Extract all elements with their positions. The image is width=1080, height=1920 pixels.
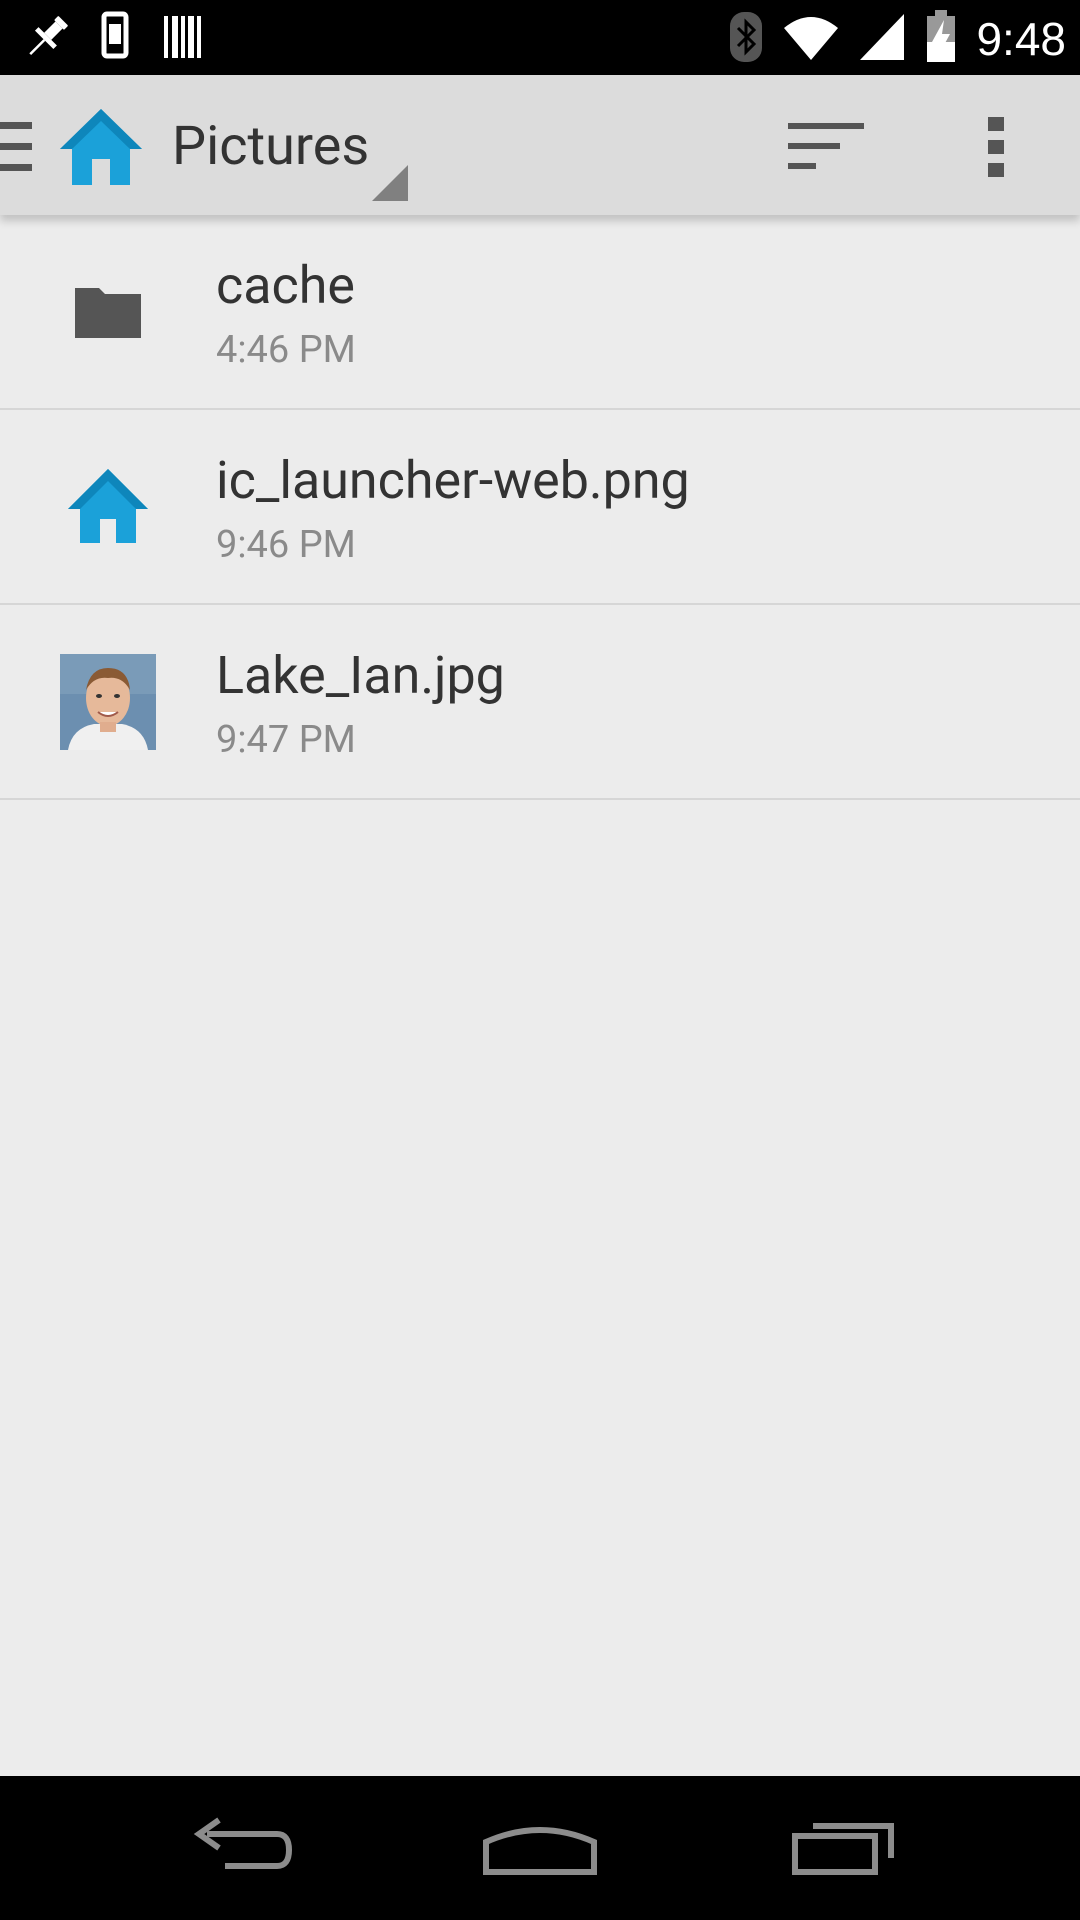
back-icon[interactable] (170, 1796, 310, 1896)
recents-icon[interactable] (774, 1796, 914, 1896)
file-name: Lake_Ian.jpg (216, 645, 505, 706)
navigation-bar (0, 1776, 1080, 1920)
file-name: ic_launcher-web.png (216, 450, 690, 511)
drawer-icon[interactable] (0, 120, 32, 174)
file-row-ic-launcher-web[interactable]: ic_launcher-web.png 9:46 PM (0, 410, 1080, 605)
overflow-menu-icon[interactable] (976, 115, 1016, 179)
page-title: Pictures (172, 115, 370, 178)
sort-icon[interactable] (780, 115, 870, 175)
bluetooth-icon (728, 8, 764, 70)
folder-icon (60, 264, 156, 360)
battery-charging-icon (924, 8, 958, 70)
file-list: cache 4:46 PM ic_launcher-web.png 9:46 P… (0, 215, 1080, 800)
phone-icon (98, 10, 138, 68)
home-icon[interactable] (58, 107, 144, 189)
system-icons: 9:48 (728, 8, 1066, 70)
file-time: 9:46 PM (216, 523, 356, 567)
file-name: cache (216, 255, 355, 316)
home-icon (60, 459, 156, 555)
file-row-cache[interactable]: cache 4:46 PM (0, 215, 1080, 410)
status-bar: 9:48 (0, 0, 1080, 75)
signal-icon (858, 10, 906, 68)
location-spinner[interactable]: Pictures (172, 75, 410, 215)
home-nav-icon[interactable] (470, 1796, 610, 1896)
notification-icons (20, 10, 206, 68)
status-time: 9:48 (976, 13, 1066, 65)
file-time: 4:46 PM (216, 328, 356, 372)
action-bar: Pictures (0, 75, 1080, 215)
photo-thumbnail (60, 653, 156, 750)
pushpin-icon (20, 10, 74, 68)
wifi-icon (782, 10, 840, 68)
file-time: 9:47 PM (216, 718, 356, 762)
file-row-lake-ian[interactable]: Lake_Ian.jpg 9:47 PM (0, 605, 1080, 800)
barcode-icon (162, 10, 206, 68)
spinner-triangle-icon (372, 165, 408, 201)
